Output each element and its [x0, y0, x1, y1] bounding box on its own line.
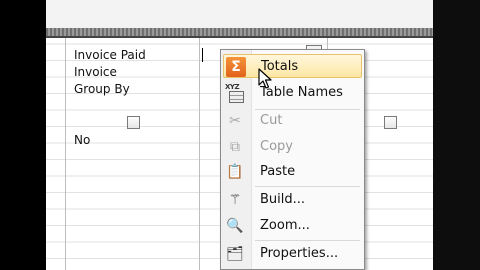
- menu-item-build[interactable]: ⚚ Build...: [223, 188, 362, 212]
- menu-item-cut[interactable]: ✂ Cut: [223, 109, 362, 133]
- context-menu: Σ Totals XYZ Table Names ✂ Cut ⧉ Copy 📋 …: [220, 49, 365, 270]
- grid-cell-field[interactable]: Invoice: [74, 65, 117, 79]
- menu-item-table-names[interactable]: XYZ Table Names: [223, 81, 362, 105]
- grid-cell-table[interactable]: Invoice Paid: [74, 48, 146, 62]
- scissors-icon: ✂: [229, 113, 241, 129]
- menu-item-label: Copy: [260, 139, 293, 154]
- menu-item-label: Cut: [260, 113, 283, 128]
- menu-item-paste[interactable]: 📋 Paste: [223, 160, 362, 184]
- menu-separator: [255, 240, 360, 241]
- menu-item-label: Build...: [260, 192, 306, 207]
- menu-item-properties[interactable]: 🗂 Properties...: [223, 242, 362, 266]
- sigma-icon: Σ: [226, 57, 246, 77]
- table-names-icon: XYZ: [225, 83, 245, 103]
- text-caret: [202, 48, 203, 62]
- show-checkbox-col3[interactable]: [384, 116, 397, 129]
- column-divider: [199, 38, 200, 270]
- menu-item-label: Properties...: [260, 246, 339, 261]
- menu-item-zoom[interactable]: 🔍 Zoom...: [223, 214, 362, 238]
- copy-icon: ⧉: [230, 139, 240, 155]
- grid-column-selectors[interactable]: [46, 28, 433, 38]
- mouse-pointer-icon: [258, 68, 272, 89]
- menu-separator: [255, 186, 360, 187]
- menu-item-label: Table Names: [260, 85, 343, 100]
- column-divider: [65, 38, 66, 270]
- menu-item-label: Zoom...: [260, 218, 310, 233]
- window-top-strip: [0, 0, 480, 28]
- right-background: [433, 0, 480, 270]
- show-checkbox-col1[interactable]: [127, 116, 140, 129]
- magnifier-icon: 🔍: [226, 218, 244, 234]
- paste-icon: 📋: [226, 164, 244, 180]
- left-background: [0, 0, 46, 270]
- properties-icon: 🗂: [226, 246, 244, 262]
- grid-cell-total[interactable]: Group By: [74, 82, 130, 96]
- menu-item-totals[interactable]: Σ Totals: [223, 54, 362, 78]
- magic-wand-icon: ⚚: [228, 192, 242, 208]
- grid-cell-criteria[interactable]: No: [74, 133, 90, 147]
- menu-item-label: Paste: [260, 164, 296, 179]
- menu-item-copy[interactable]: ⧉ Copy: [223, 135, 362, 159]
